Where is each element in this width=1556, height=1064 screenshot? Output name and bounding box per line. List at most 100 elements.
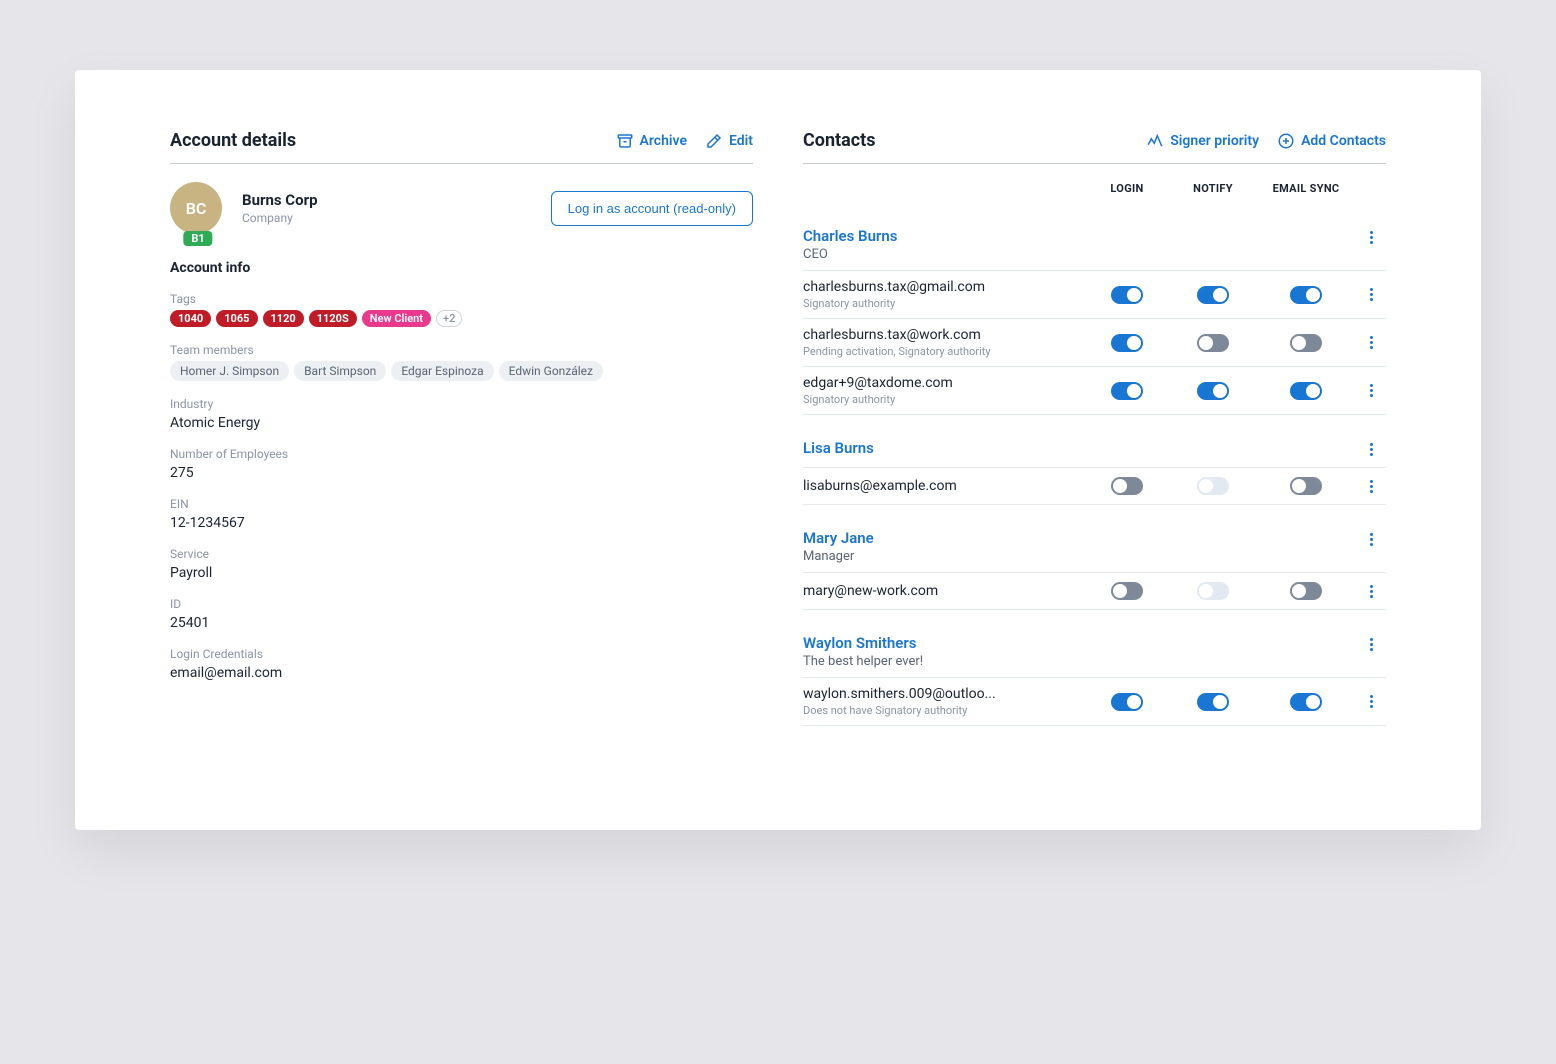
team-member-chip[interactable]: Homer J. Simpson bbox=[170, 361, 289, 381]
contact-email: charlesburns.tax@gmail.com bbox=[803, 279, 1084, 295]
tags-label: Tags bbox=[170, 292, 753, 306]
industry-value: Atomic Energy bbox=[170, 415, 753, 431]
login-toggle[interactable] bbox=[1111, 382, 1143, 400]
sync-toggle[interactable] bbox=[1290, 693, 1322, 711]
id-value: 25401 bbox=[170, 615, 753, 631]
archive-icon bbox=[616, 132, 634, 150]
service-label: Service bbox=[170, 547, 753, 561]
contact-email: mary@new-work.com bbox=[803, 583, 1084, 599]
col-email-sync: EMAIL SYNC bbox=[1256, 182, 1356, 195]
contact-email-note: Pending activation, Signatory authority bbox=[803, 345, 1084, 358]
account-name: Burns Corp bbox=[242, 191, 535, 209]
kebab-menu-icon[interactable] bbox=[1370, 333, 1373, 353]
contact-role: CEO bbox=[803, 247, 1356, 262]
contact-role: Manager bbox=[803, 549, 1356, 564]
contact-email-note: Signatory authority bbox=[803, 393, 1084, 406]
kebab-menu-icon[interactable] bbox=[1370, 692, 1373, 712]
team-member-chip[interactable]: Bart Simpson bbox=[294, 361, 386, 381]
sync-toggle[interactable] bbox=[1290, 286, 1322, 304]
kebab-menu-icon[interactable] bbox=[1370, 529, 1373, 549]
kebab-menu-icon[interactable] bbox=[1370, 634, 1373, 654]
account-type: Company bbox=[242, 211, 535, 225]
contact-email: lisaburns@example.com bbox=[803, 478, 1084, 494]
login-toggle[interactable] bbox=[1111, 286, 1143, 304]
archive-button[interactable]: Archive bbox=[616, 132, 687, 150]
tags-row: 1040 1065 1120 1120S New Client +2 bbox=[170, 310, 753, 327]
login-toggle[interactable] bbox=[1111, 693, 1143, 711]
notify-toggle[interactable] bbox=[1197, 334, 1229, 352]
kebab-menu-icon[interactable] bbox=[1370, 581, 1373, 601]
team-member-chip[interactable]: Edwin González bbox=[499, 361, 603, 381]
col-notify: NOTIFY bbox=[1170, 182, 1256, 195]
account-details-title: Account details bbox=[170, 130, 296, 151]
contact-email-row: charlesburns.tax@work.com Pending activat… bbox=[803, 319, 1386, 367]
notify-toggle[interactable] bbox=[1197, 286, 1229, 304]
edit-button[interactable]: Edit bbox=[705, 132, 753, 150]
signer-priority-label: Signer priority bbox=[1170, 133, 1259, 149]
priority-icon bbox=[1146, 132, 1164, 150]
kebab-menu-icon[interactable] bbox=[1370, 381, 1373, 401]
service-value: Payroll bbox=[170, 565, 753, 581]
edit-label: Edit bbox=[729, 133, 753, 149]
signer-priority-button[interactable]: Signer priority bbox=[1146, 132, 1259, 150]
contact-email-note: Does not have Signatory authority bbox=[803, 704, 1084, 717]
login-as-account-button[interactable]: Log in as account (read-only) bbox=[551, 191, 753, 226]
sync-toggle[interactable] bbox=[1290, 334, 1322, 352]
account-details-panel: Account details Archive Edit BC B1 Burns… bbox=[170, 130, 753, 750]
id-label: ID bbox=[170, 597, 753, 611]
contact-email-row: edgar+9@taxdome.com Signatory authority bbox=[803, 367, 1386, 415]
tag[interactable]: 1065 bbox=[216, 310, 257, 327]
notify-toggle[interactable] bbox=[1197, 382, 1229, 400]
contacts-title: Contacts bbox=[803, 130, 875, 151]
login-toggle[interactable] bbox=[1111, 334, 1143, 352]
tag[interactable]: 1120S bbox=[309, 310, 357, 327]
team-member-chip[interactable]: Edgar Espinoza bbox=[391, 361, 493, 381]
tag[interactable]: 1040 bbox=[170, 310, 211, 327]
login-credentials-value: email@email.com bbox=[170, 665, 753, 681]
account-info-title: Account info bbox=[170, 260, 753, 276]
sync-toggle[interactable] bbox=[1290, 582, 1322, 600]
contact-email: edgar+9@taxdome.com bbox=[803, 375, 1084, 391]
tag-new-client[interactable]: New Client bbox=[362, 310, 431, 327]
contact-name[interactable]: Lisa Burns bbox=[803, 439, 1356, 457]
tag[interactable]: 1120 bbox=[263, 310, 304, 327]
contact-block: Waylon SmithersThe best helper ever!wayl… bbox=[803, 634, 1386, 726]
sync-toggle[interactable] bbox=[1290, 382, 1322, 400]
notify-toggle[interactable] bbox=[1197, 477, 1229, 495]
tag-more[interactable]: +2 bbox=[436, 310, 462, 327]
contact-name[interactable]: Charles Burns bbox=[803, 227, 1356, 245]
notify-toggle[interactable] bbox=[1197, 582, 1229, 600]
col-login: LOGIN bbox=[1084, 182, 1170, 195]
pencil-icon bbox=[705, 132, 723, 150]
industry-label: Industry bbox=[170, 397, 753, 411]
employees-label: Number of Employees bbox=[170, 447, 753, 461]
contact-email: waylon.smithers.009@outloo... bbox=[803, 686, 1084, 702]
contacts-column-headers: LOGIN NOTIFY EMAIL SYNC bbox=[803, 182, 1386, 201]
contacts-list: Charles Burns CEO charlesburns.tax@gmail.c… bbox=[803, 227, 1386, 726]
kebab-menu-icon[interactable] bbox=[1370, 285, 1373, 305]
ein-label: EIN bbox=[170, 497, 753, 511]
kebab-menu-icon[interactable] bbox=[1370, 227, 1373, 247]
plan-badge: B1 bbox=[183, 231, 212, 246]
contact-email-note: Signatory authority bbox=[803, 297, 1084, 310]
notify-toggle[interactable] bbox=[1197, 693, 1229, 711]
contact-email-row: lisaburns@example.com bbox=[803, 468, 1386, 505]
contact-block: Lisa Burns lisaburns@example.com bbox=[803, 439, 1386, 505]
contact-block: Charles Burns CEO charlesburns.tax@gmail.c… bbox=[803, 227, 1386, 415]
contact-email: charlesburns.tax@work.com bbox=[803, 327, 1084, 343]
contact-email-row: waylon.smithers.009@outloo... Does not ha… bbox=[803, 678, 1386, 726]
kebab-menu-icon[interactable] bbox=[1370, 439, 1373, 459]
login-toggle[interactable] bbox=[1111, 477, 1143, 495]
account-avatar: BC bbox=[170, 182, 222, 234]
sync-toggle[interactable] bbox=[1290, 477, 1322, 495]
contacts-panel: Contacts Signer priority Add Contacts LO… bbox=[803, 130, 1386, 750]
ein-value: 12-1234567 bbox=[170, 515, 753, 531]
contact-name[interactable]: Waylon Smithers bbox=[803, 634, 1356, 652]
contact-block: Mary Jane Manager mary@new-work.com bbox=[803, 529, 1386, 610]
add-contacts-button[interactable]: Add Contacts bbox=[1277, 132, 1386, 150]
login-toggle[interactable] bbox=[1111, 582, 1143, 600]
contact-name[interactable]: Mary Jane bbox=[803, 529, 1356, 547]
archive-label: Archive bbox=[640, 133, 687, 149]
kebab-menu-icon[interactable] bbox=[1370, 476, 1373, 496]
add-contacts-label: Add Contacts bbox=[1301, 133, 1386, 149]
